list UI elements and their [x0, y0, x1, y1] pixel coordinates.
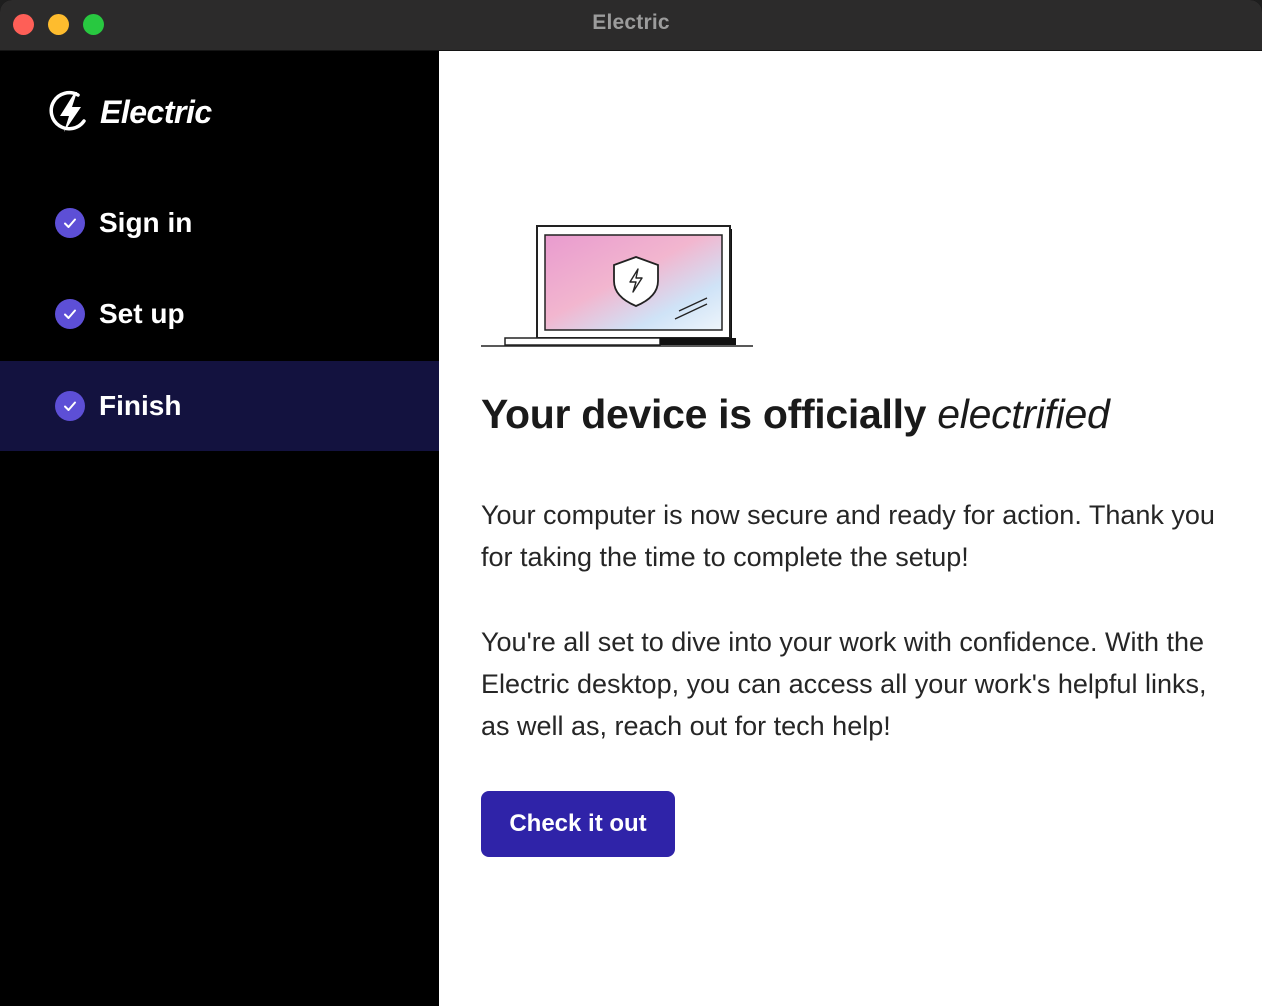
check-icon: [55, 208, 85, 238]
sidebar: Electric Sign in Set up Finish: [0, 51, 439, 1006]
heading-emphasis: electrified: [937, 391, 1110, 437]
step-label: Finish: [99, 390, 182, 421]
details-paragraph: You're all set to dive into your work wi…: [481, 627, 1207, 741]
check-icon: [55, 391, 85, 421]
main-content: Your device is officially electrified Yo…: [439, 51, 1262, 1006]
brand-logo: Electric: [48, 89, 212, 135]
laptop-shield-illustration: [481, 225, 753, 347]
step-label: Set up: [99, 298, 185, 329]
check-it-out-button[interactable]: Check it out: [481, 791, 675, 857]
check-icon: [55, 299, 85, 329]
heading-text: Your device is officially: [481, 391, 938, 437]
step-sign-in[interactable]: Sign in: [0, 178, 439, 268]
app-window: Electric Electric Sign in Set up Finish …: [0, 0, 1262, 1006]
lightning-logo-icon: [49, 91, 86, 132]
step-finish[interactable]: Finish: [0, 361, 439, 451]
intro-paragraph: Your computer is now secure and ready fo…: [481, 500, 1215, 572]
step-set-up[interactable]: Set up: [0, 269, 439, 359]
step-label: Sign in: [99, 207, 193, 238]
page-heading: Your device is officially electrified: [481, 391, 1110, 438]
brand-name: Electric: [100, 93, 212, 130]
window-title: Electric: [592, 11, 670, 34]
title-bar: Electric: [0, 0, 1262, 51]
